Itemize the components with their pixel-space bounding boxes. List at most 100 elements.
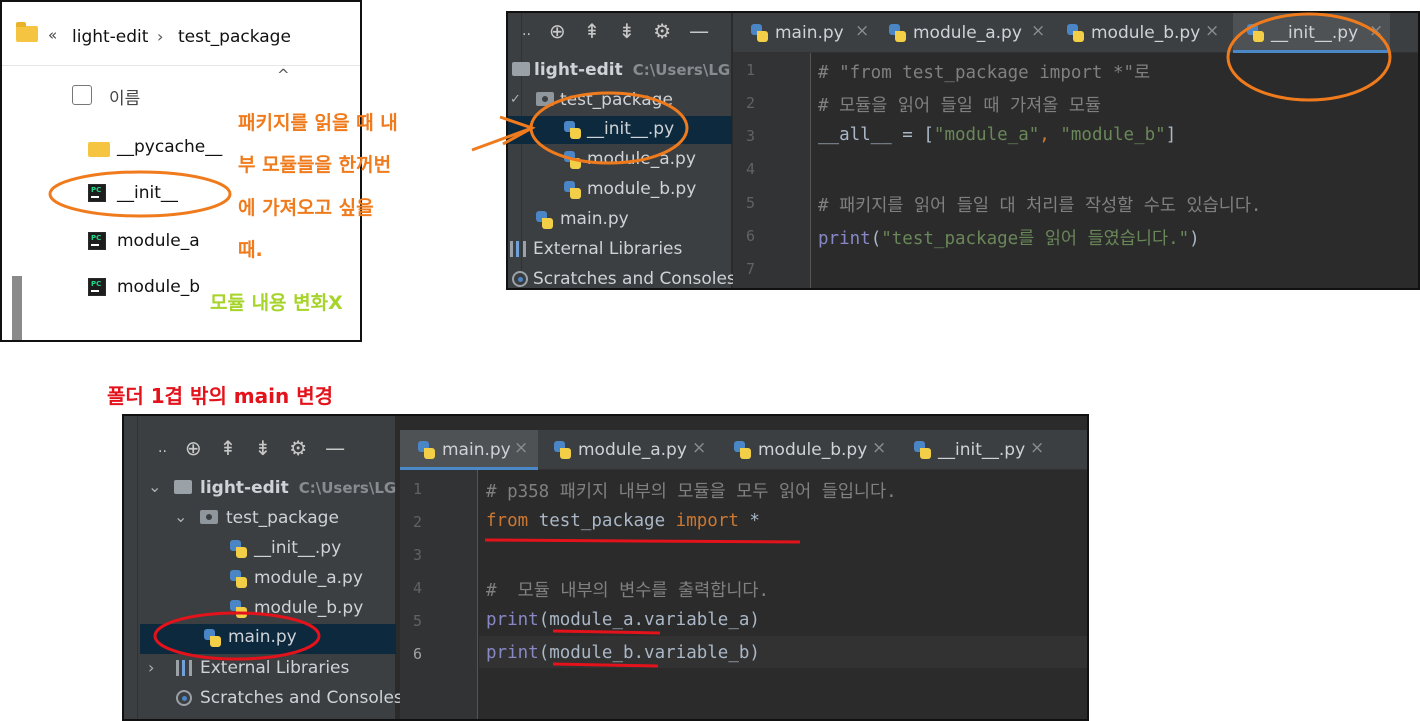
- tree-label: External Libraries: [533, 239, 683, 259]
- tab-module-a[interactable]: module_a.py ×: [881, 13, 1053, 53]
- tab-label: __init__.py: [1271, 23, 1359, 43]
- column-header-name[interactable]: 이름: [109, 84, 140, 109]
- tree-item-test-package[interactable]: ✓ test_package: [508, 87, 732, 115]
- tab-main-py[interactable]: main.py ×: [400, 430, 538, 470]
- close-icon[interactable]: ×: [872, 438, 886, 458]
- collapse-all-icon[interactable]: ⇞: [220, 436, 237, 460]
- tree-label: main.py: [228, 627, 297, 647]
- close-icon[interactable]: ×: [1030, 438, 1044, 458]
- code-line-1[interactable]: # "from test_package import *"로: [818, 59, 1150, 84]
- dots-label: ..: [158, 440, 167, 456]
- tree-label: __init__.py: [587, 119, 675, 139]
- collapse-all-icon[interactable]: ⇞: [584, 19, 601, 43]
- tree-item-external-libraries[interactable]: › External Libraries: [140, 655, 396, 683]
- tab-module-a[interactable]: module_a.py ×: [546, 430, 718, 470]
- expand-all-icon[interactable]: ⇟: [618, 19, 635, 43]
- tree-label: main.py: [560, 209, 629, 229]
- code-line-2[interactable]: # 모듈을 읽어 들일 때 가져올 모듈: [818, 92, 1101, 117]
- line-number: 4: [412, 579, 422, 597]
- code-line-1[interactable]: # p358 패키지 내부의 모듈을 모두 읽어 들입니다.: [486, 478, 897, 503]
- code-line-4[interactable]: # 모듈 내부의 변수를 출력합니다.: [486, 577, 769, 602]
- python-file-icon: [230, 600, 247, 618]
- tree-label: Scratches and Consoles: [533, 269, 736, 289]
- tab-init-py[interactable]: __init__.py ×: [1233, 13, 1390, 53]
- editor-tabs: main.py × module_a.py × module_b.py × __…: [733, 13, 1418, 53]
- line-number: 3: [412, 546, 422, 564]
- gear-icon[interactable]: ⚙: [653, 19, 671, 43]
- editor-tabs: main.py × module_a.py × module_b.py × __…: [400, 430, 1087, 470]
- close-icon[interactable]: ×: [692, 438, 706, 458]
- tab-module-b[interactable]: module_b.py ×: [726, 430, 898, 470]
- line-number: 1: [412, 480, 422, 498]
- tool-strip: [124, 416, 138, 719]
- explorer-item-label: module_a: [117, 231, 200, 251]
- expanded-arrow-icon[interactable]: ⌄: [174, 507, 187, 526]
- tree-label: __init__.py: [254, 538, 342, 558]
- annotation-green-note: 모듈 내용 변화X: [210, 292, 343, 314]
- tree-item-main-py[interactable]: main.py: [140, 624, 396, 654]
- tree-item-module-b[interactable]: module_b.py: [508, 176, 732, 204]
- minimize-icon[interactable]: —: [325, 436, 345, 460]
- line-number: 3: [745, 127, 755, 145]
- code-line-6[interactable]: print("test_package를 읽어 들였습니다."): [818, 225, 1200, 250]
- close-icon[interactable]: ×: [1369, 21, 1383, 41]
- ide-window-main: .. ⊕ ⇞ ⇟ ⚙ — ⌄ light-edit C:\Users\LG ⌄ t…: [122, 414, 1089, 721]
- expanded-arrow-icon[interactable]: ✓: [510, 92, 521, 107]
- tree-item-module-a[interactable]: module_a.py: [508, 146, 732, 174]
- tab-main-py[interactable]: main.py ×: [743, 13, 873, 53]
- code-line-6[interactable]: print(module_b.variable_b): [486, 643, 760, 663]
- python-file-icon: [564, 151, 581, 169]
- tab-module-b[interactable]: module_b.py ×: [1061, 13, 1233, 53]
- pycharm-file-icon: [88, 184, 106, 202]
- expand-all-icon[interactable]: ⇟: [254, 436, 271, 460]
- tree-item-main-py[interactable]: main.py: [508, 206, 732, 234]
- tree-label: Scratches and Consoles: [200, 688, 403, 708]
- code-line-3[interactable]: __all__ = ["module_a", "module_b"]: [818, 125, 1176, 145]
- tree-item-external-libraries[interactable]: External Libraries: [508, 236, 732, 264]
- package-icon: [536, 92, 554, 106]
- expanded-arrow-icon[interactable]: ⌄: [148, 477, 161, 496]
- code-line-5[interactable]: # 패키지를 읽어 들일 대 처리를 작성할 수도 있습니다.: [818, 192, 1261, 217]
- code-line-2[interactable]: from test_package import *: [486, 511, 760, 531]
- tree-item-module-a[interactable]: module_a.py: [140, 565, 396, 593]
- select-all-checkbox[interactable]: [72, 85, 92, 105]
- tab-label: module_b.py: [1091, 23, 1201, 43]
- minimize-icon[interactable]: —: [689, 19, 709, 43]
- folder-icon: [512, 62, 530, 76]
- close-icon[interactable]: ×: [855, 21, 869, 41]
- tree-item-test-package[interactable]: ⌄ test_package: [140, 505, 396, 533]
- tree-item-scratches[interactable]: Scratches and Consoles: [140, 685, 403, 713]
- locate-icon[interactable]: ⊕: [185, 436, 202, 460]
- tree-item-light-edit[interactable]: light-edit C:\Users\LG: [508, 57, 732, 85]
- project-tool-window: .. ⊕ ⇞ ⇟ ⚙ — light-edit C:\Users\LG ✓ tes…: [508, 13, 736, 288]
- sort-caret-icon[interactable]: ^: [277, 66, 290, 84]
- tree-label: module_b.py: [254, 598, 364, 618]
- tab-init-py[interactable]: __init__.py ×: [906, 430, 1056, 470]
- dots-label: ..: [522, 23, 531, 39]
- close-icon[interactable]: ×: [1031, 21, 1045, 41]
- close-icon[interactable]: ×: [514, 438, 528, 458]
- locate-icon[interactable]: ⊕: [549, 19, 566, 43]
- tree-item-init-py[interactable]: __init__.py: [508, 116, 732, 144]
- breadcrumb-test-package[interactable]: test_package: [178, 27, 291, 47]
- tree-item-scratches[interactable]: Scratches and Consoles: [508, 266, 736, 288]
- tree-item-init-py[interactable]: __init__.py: [140, 535, 396, 563]
- tree-label: light-edit C:\Users\LG: [200, 478, 397, 498]
- collapsed-arrow-icon[interactable]: ›: [148, 658, 154, 677]
- explorer-item-label: module_b: [117, 277, 200, 297]
- gear-icon[interactable]: ⚙: [289, 436, 307, 460]
- tree-label: light-edit C:\Users\LG: [534, 60, 731, 80]
- close-icon[interactable]: ×: [1205, 21, 1219, 41]
- explorer-item-label: __init__: [117, 183, 178, 203]
- tree-item-module-b[interactable]: module_b.py: [140, 595, 396, 623]
- tab-label: module_b.py: [758, 440, 868, 460]
- tree-label: External Libraries: [200, 658, 350, 678]
- code-line-5[interactable]: print(module_a.variable_a): [486, 610, 760, 630]
- annotation-orange-line-4: 때.: [238, 239, 263, 261]
- scratch-icon: [512, 271, 528, 287]
- breadcrumb-light-edit[interactable]: light-edit: [72, 27, 148, 47]
- breadcrumb-overflow-chevron[interactable]: «: [48, 26, 57, 44]
- scrollbar[interactable]: [12, 276, 22, 340]
- python-file-icon: [418, 441, 435, 459]
- tree-item-light-edit[interactable]: ⌄ light-edit C:\Users\LG: [140, 475, 396, 503]
